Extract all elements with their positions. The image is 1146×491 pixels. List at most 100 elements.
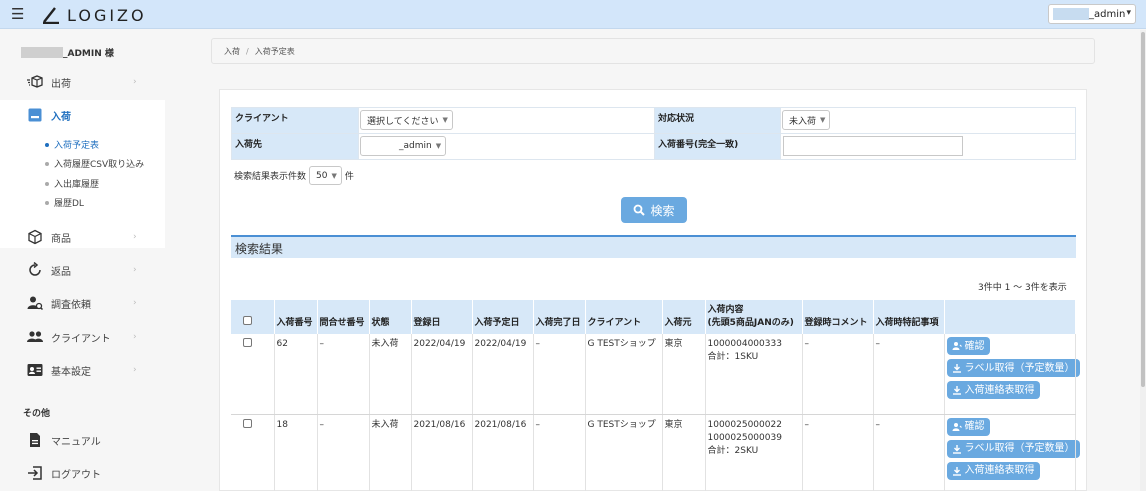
cell-status: 未入荷 (369, 414, 412, 491)
cell-client: G TESTショップ (585, 334, 663, 415)
cell-registered: 2021/08/16 (411, 414, 473, 491)
label-download-label: ラベル取得（予定数量） (964, 443, 1075, 454)
subitem-label: 入荷履歴CSV取り込み (54, 160, 145, 170)
sidebar-item-label: 調査依頼 (51, 299, 91, 311)
bullet-icon (45, 200, 49, 205)
chevron-right-icon: › (133, 298, 137, 308)
client-select[interactable]: 選択してください ▼ (360, 110, 453, 130)
contact-sheet-button[interactable]: 入荷連絡表取得 (946, 381, 1040, 399)
jan-code: 1000025000039 (707, 432, 782, 443)
cell-client: G TESTショップ (585, 414, 663, 491)
status-select[interactable]: 未入荷 ▼ (782, 110, 831, 130)
user-search-icon (27, 296, 43, 311)
column-header[interactable]: 登録時コメント (802, 300, 874, 334)
bullet-icon (45, 161, 49, 166)
confirm-button-label: 確認 (964, 340, 985, 352)
page-scrollbar-thumb[interactable] (1141, 32, 1145, 387)
sidebar-item-label: 基本設定 (51, 366, 91, 378)
sidebar-item-logout[interactable]: ログアウト (0, 458, 165, 488)
sidebar-item-products[interactable]: 商品 › (0, 222, 165, 252)
cell-notes: – (873, 334, 945, 415)
sidebar-item-clients[interactable]: クライアント › (0, 322, 165, 352)
document-icon (30, 433, 40, 447)
destination-label: 入荷先 (231, 133, 359, 160)
destination-select[interactable]: _admin ▼ (360, 136, 447, 156)
confirm-button[interactable]: 確認 (946, 417, 990, 436)
top-header: ☰ LOGIZO _admin ▾ (0, 0, 1146, 29)
column-header[interactable]: 入荷番号 (274, 300, 318, 334)
sidebar-item-arrival[interactable]: 入荷 (0, 100, 165, 130)
label-download-label: ラベル取得（予定数量） (964, 362, 1075, 374)
sku-total: 合計：1SKU (707, 352, 759, 362)
sidebar-subitem-history-dl[interactable]: 履歴DL (45, 196, 84, 209)
row-checkbox[interactable] (243, 338, 252, 347)
confirm-button[interactable]: 確認 (946, 337, 990, 355)
confirm-button-label: 確認 (964, 421, 985, 432)
breadcrumb-parent-link[interactable]: 入荷 (224, 46, 240, 57)
download-icon (952, 386, 961, 395)
column-header[interactable]: 入荷時特記事項 (873, 300, 945, 334)
sidebar-subitem-csv-import[interactable]: 入荷履歴CSV取り込み (45, 157, 144, 170)
cell-comment: – (802, 414, 874, 491)
label-download-button[interactable]: ラベル取得（予定数量） (946, 439, 1080, 458)
chevron-right-icon: › (133, 332, 137, 342)
sidebar-item-label: 返品 (51, 266, 71, 278)
cell-comment: – (802, 334, 874, 415)
main-panel: クライアント 選択してください ▼ 対応状況 未入荷 ▼ 入荷先 _admin (219, 89, 1087, 491)
contact-sheet-button[interactable]: 入荷連絡表取得 (946, 461, 1040, 480)
admin-suffix: _ADMIN 様 (63, 49, 114, 59)
chevron-right-icon: › (133, 265, 137, 275)
menu-icon[interactable]: ☰ (11, 7, 24, 22)
label-download-button[interactable]: ラベル取得（予定数量） (946, 359, 1080, 377)
search-button[interactable]: 検索 (621, 197, 687, 223)
admin-greeting: _ADMIN 様 (21, 46, 114, 59)
sidebar-item-settings[interactable]: 基本設定 › (0, 355, 165, 385)
search-icon (634, 204, 646, 216)
sidebar-item-label: マニュアル (51, 436, 101, 448)
status-cell: 未入荷 ▼ (780, 107, 1076, 134)
user-edit-icon (952, 422, 962, 431)
sidebar-item-manual[interactable]: マニュアル (0, 425, 165, 455)
cell-origin: 東京 (662, 414, 706, 491)
sidebar-item-investigation[interactable]: 調査依頼 › (0, 288, 165, 318)
column-header[interactable]: 入荷予定日 (472, 300, 534, 334)
arrival-number-label: 入荷番号(完全一致) (654, 133, 781, 160)
per-page-select[interactable]: 50 ▼ (309, 166, 342, 185)
results-header-row: 入荷番号 問合せ番号 状態 登録日 入荷予定日 入荷完了日 クライアント 入荷元… (231, 300, 1076, 334)
breadcrumb: 入荷 / 入荷予定表 (211, 38, 1095, 64)
table-row: 18 – 未入荷 2021/08/16 2021/08/16 – G TESTシ… (231, 414, 1080, 491)
sidebar-subitem-inout-history[interactable]: 入出庫履歴 (45, 177, 99, 190)
sidebar-item-returns[interactable]: 返品 › (0, 255, 165, 285)
cell-scheduled: 2022/04/19 (472, 334, 534, 415)
bullet-icon (45, 142, 49, 147)
cell-status: 未入荷 (369, 334, 412, 415)
row-checkbox[interactable] (243, 418, 252, 428)
column-header[interactable]: 入荷内容 (先頭5商品JANのみ) (705, 300, 803, 334)
subitem-label: 入荷予定表 (54, 141, 100, 151)
row-select-cell (231, 414, 275, 491)
user-name: _admin (1089, 8, 1126, 20)
column-header[interactable]: クライアント (585, 300, 663, 334)
user-menu-dropdown[interactable]: _admin ▾ (1048, 4, 1136, 24)
column-header[interactable]: 問合せ番号 (317, 300, 370, 334)
per-page-value: 50 (316, 170, 328, 181)
sidebar-subitem-arrival-schedule[interactable]: 入荷予定表 (45, 138, 99, 151)
shipping-box-icon (27, 75, 43, 88)
cell-origin: 東京 (662, 334, 706, 415)
column-header[interactable]: 入荷元 (662, 300, 706, 334)
column-header[interactable]: 状態 (369, 300, 412, 334)
logo[interactable]: LOGIZO (42, 5, 147, 25)
arrival-number-input[interactable] (783, 136, 963, 156)
row-select-cell (231, 334, 275, 415)
download-icon (952, 364, 961, 373)
column-header[interactable]: 入荷完了日 (533, 300, 586, 334)
cell-scheduled: 2021/08/16 (472, 414, 534, 491)
cube-icon (28, 229, 42, 245)
cell-registered: 2022/04/19 (411, 334, 473, 415)
select-all-checkbox[interactable] (243, 316, 252, 325)
column-header[interactable]: 登録日 (411, 300, 473, 334)
cell-arrival-no: 62 (274, 334, 318, 415)
destination-select-value: _admin (399, 141, 432, 151)
sidebar-item-shipping[interactable]: 出荷 › (0, 67, 165, 97)
per-page-label: 検索結果表示件数 (234, 172, 307, 182)
